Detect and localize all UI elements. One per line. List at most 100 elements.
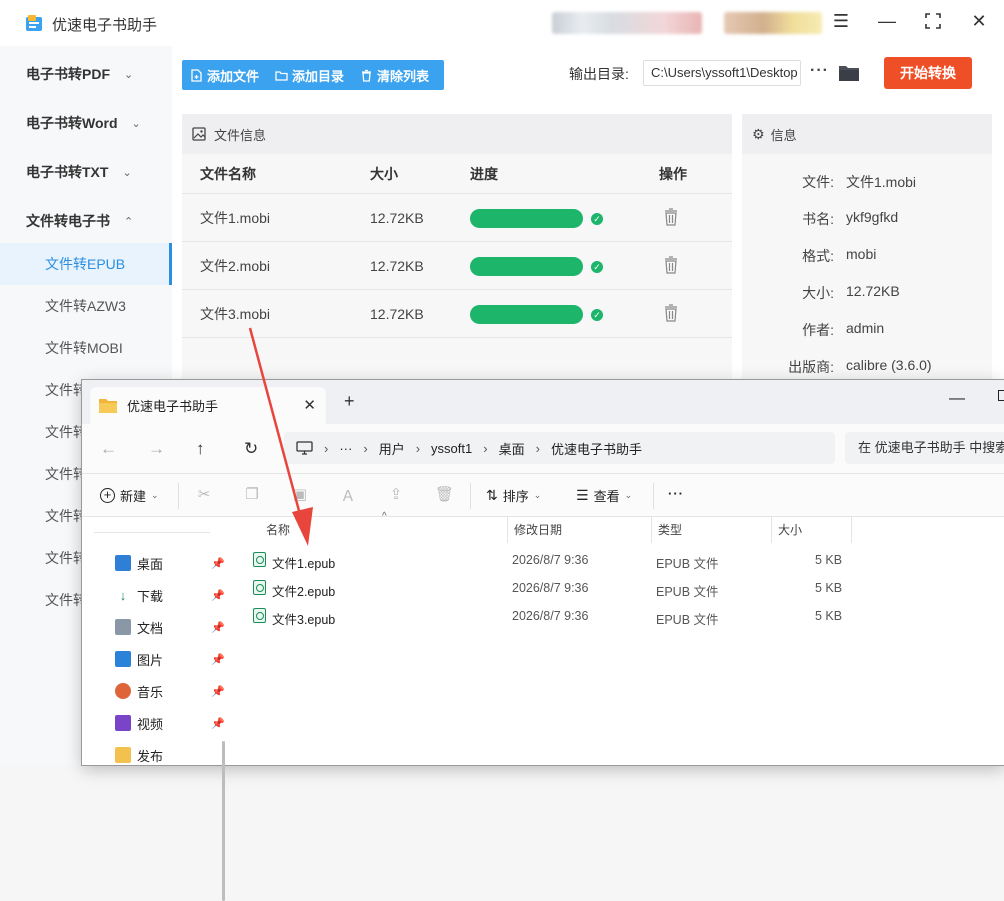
pin-icon[interactable]: 📌: [211, 621, 225, 634]
video-icon: [115, 715, 131, 731]
sidebar-item-to-epub[interactable]: 文件转EPUB: [0, 243, 172, 285]
breadcrumb-item[interactable]: 优速电子书助手: [551, 439, 642, 458]
add-file-icon: [191, 68, 202, 82]
divider: [651, 517, 652, 543]
col-modified[interactable]: 修改日期: [514, 521, 562, 538]
divider: [470, 483, 471, 509]
close-tab-icon[interactable]: ✕: [303, 396, 316, 414]
quick-access-videos[interactable]: 视频 📌: [115, 709, 225, 737]
redacted-account-info: [552, 12, 702, 34]
delete-icon[interactable]: [664, 256, 678, 274]
sidebar-item-to-mobi[interactable]: 文件转MOBI: [0, 327, 172, 369]
chevron-down-icon: ⌄: [151, 490, 159, 500]
address-bar[interactable]: › ··· › 用户 › yssoft1 › 桌面 › 优速电子书助手: [284, 432, 835, 464]
fullscreen-icon[interactable]: [922, 10, 944, 32]
explorer-tab-bar: 优速电子书助手 ✕ + —: [82, 380, 1004, 424]
col-type[interactable]: 类型: [658, 521, 682, 538]
breadcrumb-more[interactable]: ···: [339, 441, 352, 456]
forward-icon[interactable]: →: [148, 439, 165, 459]
refresh-icon[interactable]: ↻: [244, 439, 258, 459]
start-convert-button[interactable]: 开始转换: [884, 57, 972, 89]
pin-icon[interactable]: 📌: [211, 653, 225, 666]
close-icon[interactable]: ✕: [968, 10, 990, 32]
divider: [94, 532, 210, 533]
add-file-button[interactable]: 添加文件: [190, 66, 259, 85]
title-bar: 优速电子书助手 ☰ — ✕: [0, 0, 1004, 46]
maximize-icon[interactable]: [998, 390, 1004, 401]
menu-icon[interactable]: ☰: [830, 10, 852, 32]
more-options-button[interactable]: ···: [810, 62, 829, 80]
sidebar-item-to-azw3[interactable]: 文件转AZW3: [0, 285, 172, 327]
nav-scrollbar[interactable]: [222, 741, 225, 901]
chevron-up-icon: ⌃: [124, 215, 134, 228]
view-button[interactable]: ☰ 查看 ⌄: [576, 486, 632, 505]
clear-list-button[interactable]: 清除列表: [360, 66, 429, 85]
pin-icon[interactable]: 📌: [211, 589, 225, 602]
table-row[interactable]: 文件3.mobi 12.72KB ✓: [182, 290, 732, 338]
explorer-tab[interactable]: 优速电子书助手 ✕: [90, 387, 326, 424]
progress-bar: [470, 257, 583, 276]
nav-group-to-word[interactable]: 电子书转Word ⌄: [26, 113, 141, 133]
new-tab-button[interactable]: +: [344, 391, 355, 412]
plus-circle-icon: +: [100, 488, 115, 503]
quick-access-pictures[interactable]: 图片 📌: [115, 645, 225, 673]
progress-bar: [470, 305, 583, 324]
divider: [178, 483, 179, 509]
app-logo-icon: [26, 15, 42, 31]
table-row[interactable]: 文件1.mobi 12.72KB ✓: [182, 194, 732, 242]
nav-group-file-to-ebook[interactable]: 文件转电子书 ⌃: [26, 211, 133, 231]
file-list: ^ 名称 修改日期 类型 大小 文件1.epub 2026/8/7 9:36 E…: [234, 511, 1004, 765]
sort-ascending-icon: ^: [382, 511, 387, 522]
col-size[interactable]: 大小: [778, 521, 802, 538]
output-dir-input[interactable]: C:\Users\yssoft1\Desktop: [643, 60, 801, 86]
breadcrumb-item[interactable]: 桌面: [499, 439, 525, 458]
nav-group-to-pdf[interactable]: 电子书转PDF ⌄: [26, 64, 133, 84]
paste-icon[interactable]: ▣: [291, 485, 309, 503]
copy-icon[interactable]: ❐: [243, 485, 261, 503]
quick-access-music[interactable]: 音乐 📌: [115, 677, 225, 705]
file-row[interactable]: 文件1.epub 2026/8/7 9:36 EPUB 文件 5 KB: [250, 547, 850, 575]
view-icon: ☰: [576, 487, 589, 503]
chevron-down-icon: ⌄: [124, 68, 134, 81]
file-row[interactable]: 文件2.epub 2026/8/7 9:36 EPUB 文件 5 KB: [250, 575, 850, 603]
minimize-icon[interactable]: —: [876, 10, 898, 32]
chevron-down-icon: ⌄: [624, 490, 633, 500]
back-icon[interactable]: ←: [100, 439, 117, 459]
chevron-down-icon: ⌄: [131, 117, 141, 130]
image-icon: [192, 127, 206, 141]
file-row[interactable]: 文件3.epub 2026/8/7 9:36 EPUB 文件 5 KB: [250, 603, 850, 631]
search-input[interactable]: 在 优速电子书助手 中搜索: [845, 432, 1004, 464]
col-name[interactable]: 名称: [266, 521, 290, 538]
quick-access-desktop[interactable]: 桌面 📌: [115, 549, 225, 577]
up-icon[interactable]: ↑: [196, 439, 205, 459]
delete-icon[interactable]: 🗑: [435, 485, 454, 503]
share-icon[interactable]: ⇪: [387, 485, 405, 503]
delete-icon[interactable]: [664, 304, 678, 322]
divider: [771, 517, 772, 543]
quick-access-documents[interactable]: 文档 📌: [115, 613, 225, 641]
epub-file-icon: [253, 580, 266, 595]
navigation-pane: 桌面 📌 ↓ 下载 📌 文档 📌 图片 📌 音乐 📌 视频 📌 发布: [82, 517, 232, 901]
file-table: 文件名称 大小 进度 操作 文件1.mobi 12.72KB ✓ 文件2.mob…: [182, 154, 732, 380]
quick-access-downloads[interactable]: ↓ 下载 📌: [115, 581, 225, 609]
add-folder-button[interactable]: 添加目录: [275, 66, 344, 85]
divider: [507, 517, 508, 543]
cut-icon[interactable]: ✂: [195, 485, 213, 503]
minimize-icon[interactable]: —: [949, 390, 965, 408]
pin-icon[interactable]: 📌: [211, 685, 225, 698]
sort-button[interactable]: ⇅ 排序 ⌄: [486, 486, 541, 505]
new-button[interactable]: + 新建 ⌄: [100, 486, 159, 505]
pin-icon[interactable]: 📌: [211, 557, 225, 570]
browse-folder-icon[interactable]: [839, 64, 859, 81]
breadcrumb-item[interactable]: yssoft1: [431, 441, 472, 456]
redacted-user-badge: [724, 12, 822, 34]
explorer-command-bar: + 新建 ⌄ ✂ ❐ ▣ Ａ ⇪ 🗑 ⇅ 排序 ⌄ ☰ 查看 ⌄ ···: [82, 474, 1004, 517]
delete-icon[interactable]: [664, 208, 678, 226]
rename-icon[interactable]: Ａ: [339, 485, 357, 505]
breadcrumb-item[interactable]: 用户: [379, 439, 405, 458]
check-icon: ✓: [591, 213, 603, 225]
table-row[interactable]: 文件2.mobi 12.72KB ✓: [182, 242, 732, 290]
nav-group-to-txt[interactable]: 电子书转TXT ⌄: [26, 162, 132, 182]
more-options-button[interactable]: ···: [668, 486, 684, 501]
pin-icon[interactable]: 📌: [211, 717, 225, 730]
